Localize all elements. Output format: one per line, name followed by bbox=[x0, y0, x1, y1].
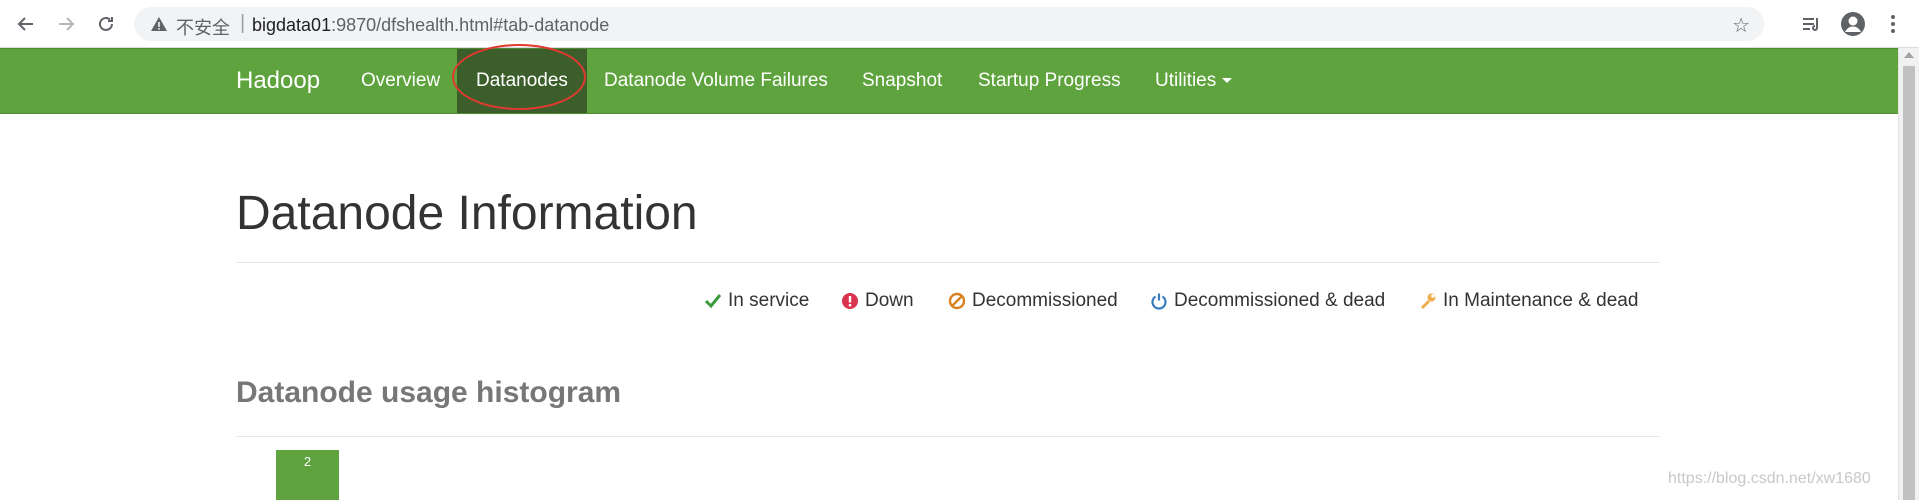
page-title: Datanode Information bbox=[236, 187, 698, 240]
nav-utilities-label: Utilities bbox=[1155, 70, 1217, 91]
wrench-icon bbox=[1419, 292, 1437, 310]
histogram-bar-label: 2 bbox=[304, 454, 311, 469]
caret-down-icon bbox=[1222, 78, 1233, 84]
nav-snapshot[interactable]: Snapshot bbox=[843, 49, 961, 113]
avatar-icon bbox=[1841, 12, 1865, 36]
legend-label: Decommissioned & dead bbox=[1174, 290, 1386, 311]
legend-label: Down bbox=[865, 290, 914, 311]
hadoop-navbar: Hadoop Overview Datanodes Datanode Volum… bbox=[0, 48, 1898, 114]
reading-list-icon bbox=[1803, 18, 1818, 31]
legend-down: Down bbox=[841, 288, 914, 314]
legend-decommissioned-dead: Decommissioned & dead bbox=[1150, 288, 1385, 314]
vertical-scrollbar[interactable] bbox=[1898, 48, 1919, 500]
check-icon bbox=[704, 292, 722, 310]
address-bar[interactable]: 不安全 | bigdata01:9870/dfshealth.html#tab-… bbox=[134, 7, 1764, 41]
legend-maintenance-dead: In Maintenance & dead bbox=[1419, 288, 1638, 314]
legend-in-service: In service bbox=[704, 288, 809, 314]
ban-icon bbox=[948, 292, 966, 310]
reload-icon bbox=[99, 16, 113, 31]
profile-button[interactable] bbox=[1838, 10, 1868, 38]
watermark: https://blog.csdn.net/xw1680 bbox=[1668, 470, 1871, 487]
browser-toolbar: 不安全 | bigdata01:9870/dfshealth.html#tab-… bbox=[0, 0, 1919, 48]
legend-label: Decommissioned bbox=[972, 290, 1118, 311]
legend-label: In service bbox=[728, 290, 810, 311]
browser-menu-button[interactable] bbox=[1878, 10, 1908, 38]
kebab-menu-icon bbox=[1891, 15, 1895, 33]
url-text: bigdata01:9870/dfshealth.html#tab-datano… bbox=[252, 15, 609, 36]
page-content: Datanode Information In service Down Dec… bbox=[0, 114, 1898, 500]
scroll-up-icon[interactable] bbox=[1904, 52, 1914, 58]
back-button[interactable] bbox=[12, 10, 40, 38]
nav-overview[interactable]: Overview bbox=[342, 49, 459, 113]
bookmark-star-icon[interactable]: ☆ bbox=[1732, 13, 1750, 38]
red-annotation-circle bbox=[452, 44, 586, 110]
power-icon bbox=[1150, 292, 1168, 310]
arrow-left-icon bbox=[17, 17, 33, 31]
exclamation-circle-icon bbox=[841, 292, 859, 310]
security-status: 不安全 bbox=[176, 18, 230, 39]
nav-utilities[interactable]: Utilities bbox=[1136, 49, 1251, 113]
warning-icon bbox=[151, 17, 167, 31]
brand-logo[interactable]: Hadoop bbox=[236, 67, 320, 95]
reading-list-button[interactable] bbox=[1796, 10, 1826, 38]
nav-startup-progress[interactable]: Startup Progress bbox=[959, 49, 1140, 113]
nav-volume-failures[interactable]: Datanode Volume Failures bbox=[585, 49, 847, 113]
url-path: :9870/dfshealth.html#tab-datanode bbox=[331, 15, 610, 35]
legend-decommissioned: Decommissioned bbox=[948, 288, 1118, 314]
divider bbox=[236, 262, 1660, 263]
usage-histogram-chart: 2 bbox=[276, 450, 339, 500]
histogram-title: Datanode usage histogram bbox=[236, 376, 622, 409]
divider bbox=[236, 436, 1660, 437]
url-separator: | bbox=[240, 12, 246, 34]
reload-button[interactable] bbox=[92, 10, 120, 38]
scrollbar-thumb[interactable] bbox=[1903, 66, 1915, 500]
url-host: bigdata01 bbox=[252, 15, 332, 35]
arrow-right-icon bbox=[59, 17, 75, 31]
legend-label: In Maintenance & dead bbox=[1443, 290, 1639, 311]
forward-button[interactable] bbox=[52, 10, 80, 38]
